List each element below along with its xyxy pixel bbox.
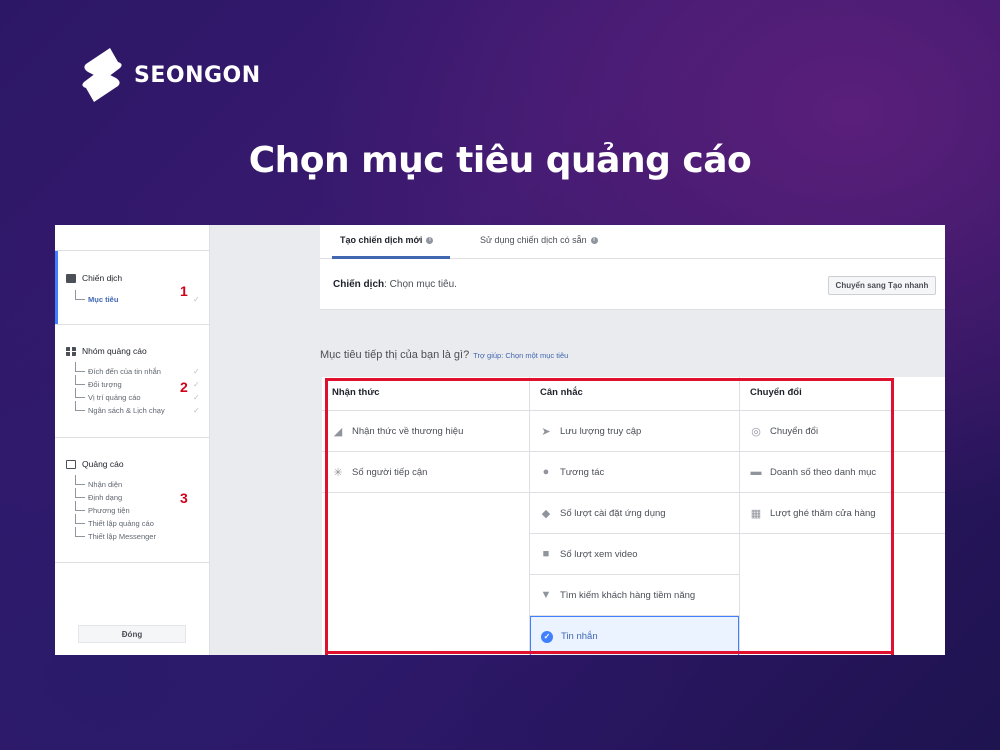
objective-brand-awareness[interactable]: ◢ Nhận thức về thương hiệu bbox=[322, 411, 529, 452]
objective-lead-generation[interactable]: ▼ Tìm kiếm khách hàng tiềm năng bbox=[530, 575, 739, 616]
sidebar-section-campaign[interactable]: Chiến dịch Mục tiêu ✓ 1 bbox=[55, 250, 210, 325]
sidebar-item-message-destination[interactable]: Đích đến của tin nhắn bbox=[75, 362, 161, 376]
column-conversion: Chuyển đổi ◎ Chuyển đổi ▬ Doanh số theo … bbox=[740, 377, 945, 655]
switch-to-quick-creation-button[interactable]: Chuyển sang Tạo nhanh bbox=[828, 276, 936, 295]
page-title: Chọn mục tiêu quảng cáo bbox=[248, 140, 752, 181]
checkbox-icon bbox=[66, 273, 76, 283]
objective-catalog-sales[interactable]: ▬ Doanh số theo danh mục bbox=[740, 452, 945, 493]
check-icon: ✓ bbox=[193, 406, 200, 415]
tab-bar: Tạo chiến dịch mới i Sử dụng chiến dịch … bbox=[320, 225, 945, 259]
ads-manager-screenshot: Chiến dịch Mục tiêu ✓ 1 Nhóm quảng cáo Đ… bbox=[55, 225, 945, 655]
sidebar-section-adset[interactable]: Nhóm quảng cáo Đích đến của tin nhắn ✓ Đ… bbox=[55, 325, 210, 438]
column-header: Cân nhắc bbox=[530, 377, 739, 411]
cursor-icon: ➤ bbox=[541, 425, 551, 438]
grid-icon bbox=[66, 346, 76, 356]
sidebar-section-ad[interactable]: Quảng cáo Nhận diện Định dạng Phương tiệ… bbox=[55, 438, 210, 563]
reach-icon: ✳ bbox=[333, 466, 343, 479]
globe-icon: ◎ bbox=[751, 425, 761, 438]
tab-use-existing-campaign[interactable]: Sử dụng chiến dịch có sẵn i bbox=[480, 235, 598, 245]
check-icon: ✓ bbox=[193, 295, 200, 304]
column-awareness: Nhận thức ◢ Nhận thức về thương hiệu ✳ S… bbox=[322, 377, 530, 655]
box-icon: ◆ bbox=[541, 507, 551, 520]
step-marker-1: 1 bbox=[180, 283, 188, 299]
seongon-logo-icon bbox=[82, 48, 122, 102]
cart-icon: ▬ bbox=[750, 466, 762, 478]
step-marker-2: 2 bbox=[180, 379, 188, 395]
objective-traffic[interactable]: ➤ Lưu lượng truy cập bbox=[530, 411, 739, 452]
sidebar-heading-adset[interactable]: Nhóm quảng cáo bbox=[66, 346, 147, 356]
column-header: Nhận thức bbox=[322, 377, 529, 411]
objective-conversions[interactable]: ◎ Chuyển đổi bbox=[740, 411, 945, 452]
info-icon: i bbox=[590, 236, 598, 244]
column-header: Chuyển đổi bbox=[740, 377, 945, 411]
column-consideration: Cân nhắc ➤ Lưu lượng truy cập ● Tương tá… bbox=[530, 377, 740, 655]
sidebar-heading-campaign[interactable]: Chiến dịch bbox=[66, 273, 122, 283]
objective-store-visits[interactable]: ▦ Lượt ghé thăm cửa hàng bbox=[740, 493, 945, 534]
help-link[interactable]: Trợ giúp: Chọn một mục tiêu bbox=[473, 351, 568, 360]
megaphone-icon: ◢ bbox=[333, 425, 343, 438]
check-icon: ✓ bbox=[193, 380, 200, 389]
funnel-icon: ▼ bbox=[540, 589, 552, 601]
sidebar-item-messenger-setup[interactable]: Thiết lập Messenger bbox=[75, 527, 156, 541]
sidebar-heading-ad[interactable]: Quảng cáo bbox=[66, 459, 124, 469]
highlight-frame-bottom bbox=[325, 651, 894, 654]
brand-name: SEONGON bbox=[134, 62, 261, 88]
brand-logo: SEONGON bbox=[80, 46, 261, 104]
campaign-summary: Chiến dịch: Chọn mục tiêu. bbox=[333, 279, 457, 290]
store-icon: ▦ bbox=[750, 507, 762, 520]
step-marker-3: 3 bbox=[180, 490, 188, 506]
check-circle-icon: ✓ bbox=[541, 630, 553, 643]
close-button[interactable]: Đóng bbox=[78, 625, 186, 643]
sidebar-item-ad-setup[interactable]: Thiết lập quảng cáo bbox=[75, 514, 154, 528]
check-icon: ✓ bbox=[193, 393, 200, 402]
objective-app-installs[interactable]: ◆ Số lượt cài đặt ứng dụng bbox=[530, 493, 739, 534]
content-gutter bbox=[210, 225, 320, 655]
objective-reach[interactable]: ✳ Số người tiếp cận bbox=[322, 452, 529, 493]
monitor-icon bbox=[66, 459, 76, 469]
sidebar-item-objective[interactable]: Mục tiêu bbox=[75, 290, 118, 304]
objective-messages[interactable]: ✓ Tin nhắn bbox=[530, 616, 739, 655]
video-icon: ■ bbox=[542, 548, 550, 560]
tab-create-new-campaign[interactable]: Tạo chiến dịch mới i bbox=[340, 235, 434, 245]
objective-engagement[interactable]: ● Tương tác bbox=[530, 452, 739, 493]
sidebar-item-budget-schedule[interactable]: Ngân sách & Lịch chạy bbox=[75, 401, 165, 415]
people-icon: ● bbox=[542, 466, 550, 478]
objective-table: Nhận thức ◢ Nhận thức về thương hiệu ✳ S… bbox=[322, 377, 945, 655]
objective-video-views[interactable]: ■ Số lượt xem video bbox=[530, 534, 739, 575]
check-icon: ✓ bbox=[193, 367, 200, 376]
campaign-header-card: Tạo chiến dịch mới i Sử dụng chiến dịch … bbox=[320, 225, 945, 310]
objective-question: Mục tiêu tiếp thị của bạn là gì? Trợ giúp… bbox=[320, 349, 569, 361]
active-tab-indicator bbox=[332, 256, 450, 259]
sidebar: Chiến dịch Mục tiêu ✓ 1 Nhóm quảng cáo Đ… bbox=[55, 225, 210, 655]
info-icon: i bbox=[426, 236, 434, 244]
